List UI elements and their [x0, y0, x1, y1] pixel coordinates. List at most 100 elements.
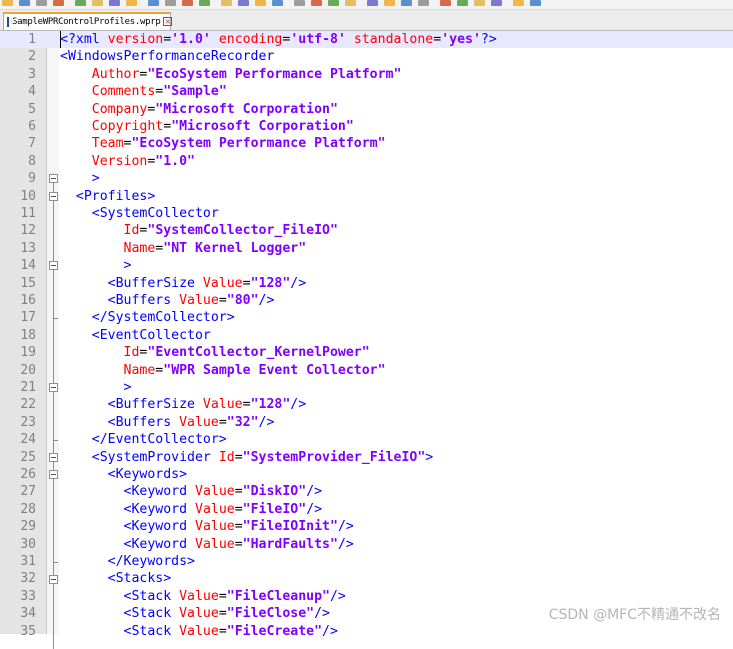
toolbar-button-icon[interactable] — [530, 0, 541, 6]
code-line[interactable]: 13 Name="NT Kernel Logger" — [0, 240, 733, 257]
code-token: "FileCreate" — [226, 623, 323, 639]
code-line[interactable]: 35 <Stack Value="FileCreate"/> — [0, 623, 733, 640]
code-line[interactable]: 6 Copyright="Microsoft Corporation" — [0, 118, 733, 135]
fold-toggle-icon[interactable] — [49, 383, 58, 393]
code-line[interactable]: 11 <SystemCollector — [0, 205, 733, 222]
toolbar-button-icon[interactable] — [294, 0, 305, 6]
code-line[interactable]: 12 Id="SystemCollector_FileIO" — [0, 222, 733, 239]
toolbar-button-icon[interactable] — [165, 0, 176, 6]
toolbar-button-icon[interactable] — [109, 0, 120, 6]
code-line[interactable]: 8 Version="1.0" — [0, 153, 733, 170]
code-token: Value — [195, 501, 235, 517]
code-line[interactable]: 16 <Buffers Value="80"/> — [0, 292, 733, 309]
fold-toggle-icon[interactable] — [49, 470, 58, 480]
toolbar-button-icon[interactable] — [126, 0, 137, 6]
toolbar-button-icon[interactable] — [513, 0, 524, 6]
toolbar-button-icon[interactable] — [2, 0, 13, 6]
toolbar-button-icon[interactable] — [221, 0, 232, 6]
code-line[interactable]: 29 <Keyword Value="FileIOInit"/> — [0, 518, 733, 535]
code-line[interactable]: 1 <?xml version='1.0' encoding='utf-8' st… — [0, 31, 733, 49]
code-line[interactable]: 18 <EventCollector — [0, 327, 733, 344]
code-token: <EventCollector — [91, 327, 211, 343]
fold-toggle-icon[interactable] — [49, 452, 58, 462]
toolbar-button-icon[interactable] — [53, 0, 64, 6]
toolbar-button-icon[interactable] — [440, 0, 451, 6]
code-line[interactable]: 20 Name="WPR Sample Event Collector" — [0, 362, 733, 379]
code-token: <Buffers — [107, 414, 180, 430]
code-token: <Stack — [123, 606, 180, 622]
toolbar-button-icon[interactable] — [148, 0, 159, 6]
text-cursor — [60, 31, 61, 48]
code-line[interactable]: 30 <Keyword Value="HardFaults"/> — [0, 536, 733, 553]
toolbar-button-icon[interactable] — [401, 0, 412, 6]
code-line[interactable]: 3 Author="EcoSystem Performance Platform… — [0, 66, 733, 83]
toolbar-button-icon[interactable] — [311, 0, 322, 6]
code-token: = — [234, 536, 243, 552]
toolbar-button-icon[interactable] — [367, 0, 378, 6]
code-line[interactable]: 22 <BufferSize Value="128"/> — [0, 396, 733, 413]
toolbar-button-icon[interactable] — [418, 0, 429, 6]
code-line[interactable]: 27 <Keyword Value="DiskIO"/> — [0, 483, 733, 500]
toolbar-button-icon[interactable] — [345, 0, 356, 6]
code-token: "1.0" — [155, 153, 195, 169]
code-line[interactable]: 14 > — [0, 257, 733, 274]
code-token: '1.0' — [171, 32, 211, 47]
code-line[interactable]: 5 Company="Microsoft Corporation" — [0, 101, 733, 118]
code-text: <Keyword Value="FileIOInit"/> — [60, 518, 354, 535]
code-token: <Keyword — [123, 536, 195, 552]
code-line[interactable]: 24 </EventCollector> — [0, 431, 733, 448]
toolbar-button-icon[interactable] — [255, 0, 266, 6]
toolbar-button-icon[interactable] — [92, 0, 103, 6]
toolbar-button-icon[interactable] — [19, 0, 30, 6]
line-number: 12 — [20, 223, 36, 239]
toolbar-button-icon[interactable] — [491, 0, 502, 6]
toolbar-button-icon[interactable] — [36, 0, 47, 6]
code-token: Company — [91, 101, 148, 117]
line-number: 17 — [20, 310, 36, 326]
code-line[interactable]: 33 <Stack Value="FileCleanup"/> — [0, 588, 733, 605]
code-line[interactable]: 19 Id="EventCollector_KernelPower" — [0, 344, 733, 361]
fold-toggle-icon[interactable] — [49, 574, 58, 584]
code-line[interactable]: 10 <Profiles> — [0, 188, 733, 205]
code-line[interactable]: 21 > — [0, 379, 733, 396]
fold-toggle-icon[interactable] — [49, 191, 58, 201]
code-token: = — [218, 588, 227, 604]
code-line[interactable]: 28 <Keyword Value="FileIO"/> — [0, 501, 733, 518]
line-number: 7 — [28, 136, 36, 152]
code-line[interactable]: 7 Team="EcoSystem Performance Platform" — [0, 135, 733, 152]
line-number: 31 — [20, 554, 36, 569]
save-icon — [7, 16, 14, 27]
fold-toggle-icon[interactable] — [49, 261, 58, 271]
code-line[interactable]: 9 > — [0, 170, 733, 187]
code-line[interactable]: 31 </Keywords> — [0, 553, 733, 570]
toolbar-button-icon[interactable] — [272, 0, 283, 6]
fold-end-marker — [53, 561, 58, 563]
toolbar-button-icon[interactable] — [328, 0, 339, 6]
fold-toggle-icon[interactable] — [49, 174, 58, 184]
code-line[interactable]: 32 <Stacks> — [0, 570, 733, 587]
code-token: "128" — [250, 397, 291, 413]
toolbar-button-icon[interactable] — [474, 0, 485, 6]
code-line[interactable]: 2 <WindowsPerformanceRecorder — [0, 48, 733, 65]
toolbar-button-icon[interactable] — [457, 0, 468, 6]
code-line[interactable]: 17 </SystemCollector> — [0, 309, 733, 326]
code-token: Value — [179, 414, 219, 430]
code-token: "32" — [226, 414, 259, 430]
toolbar-button-icon[interactable] — [75, 0, 86, 6]
tab-samplewprcontrolprofiles[interactable]: SampleWPRControlProfiles.wprp × — [3, 12, 173, 30]
line-number: 34 — [20, 606, 36, 622]
code-editor[interactable]: 1 <?xml version='1.0' encoding='utf-8' st… — [0, 31, 733, 649]
close-icon[interactable]: × — [163, 17, 173, 26]
toolbar-button-icon[interactable] — [182, 0, 193, 6]
code-line[interactable]: 4 Comments="Sample" — [0, 83, 733, 100]
code-line[interactable]: 23 <Buffers Value="32"/> — [0, 414, 733, 431]
code-line[interactable]: 15 <BufferSize Value="128"/> — [0, 275, 733, 292]
toolbar-button-icon[interactable] — [384, 0, 395, 6]
code-line[interactable]: 25 <SystemProvider Id="SystemProvider_Fi… — [0, 449, 733, 466]
toolbar-button-icon[interactable] — [238, 0, 249, 6]
code-line[interactable]: 26 <Keywords> — [0, 466, 733, 483]
toolbar-button-icon[interactable] — [199, 0, 210, 6]
